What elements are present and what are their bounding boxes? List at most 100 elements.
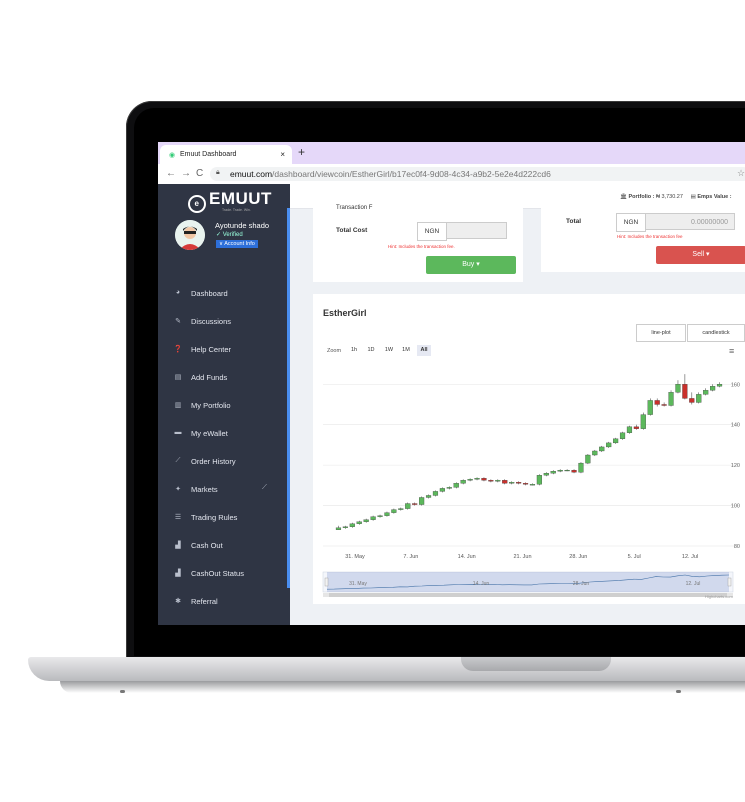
candle <box>335 527 342 530</box>
candle <box>391 509 397 513</box>
sidebar-item-label: CashOut Status <box>191 569 244 578</box>
navigator-scrollbar-thumb <box>329 593 727 597</box>
add-funds-icon: ▤ <box>174 374 182 381</box>
sidebar-item-dashboard[interactable]: ◕ Dashboard <box>158 279 290 307</box>
avatar[interactable] <box>175 220 205 250</box>
sidebar-item-order-history[interactable]: ⟋ Order History <box>158 447 290 475</box>
sidebar-item-referral[interactable]: ✱ Referral <box>158 587 290 615</box>
portfolio-value: ₦ 3,730.27 <box>656 194 683 200</box>
x-tick-label: 12. Jul <box>682 554 698 560</box>
close-tab-icon[interactable]: × <box>280 150 285 159</box>
sidebar-item-label: Order History <box>191 457 236 466</box>
sell-card: Total NGN 0.00000000 Hint: Includes the … <box>541 208 745 272</box>
account-info-button[interactable]: ∨ Account Info <box>216 240 258 248</box>
total-cost-label: Total Cost <box>336 227 368 234</box>
browser-tab-bar: ◉ Emuut Dashboard × + <box>158 142 745 164</box>
sidebar-item-cashout-status[interactable]: ▟ CashOut Status <box>158 559 290 587</box>
url-domain: emuut.com <box>230 169 273 179</box>
candle <box>342 526 348 528</box>
buy-button[interactable]: Buy ▾ <box>426 256 516 274</box>
referral-icon: ✱ <box>175 598 181 605</box>
sidebar-item-my-portfolio[interactable]: ▥ My Portfolio <box>158 391 290 419</box>
portfolio-summary: 🏛︎ Portfolio : ₦ 3,730.27 ▤ Emps Value : <box>620 194 732 200</box>
trading-rules-icon: ☰ <box>174 514 182 521</box>
bottom-strip <box>290 612 745 625</box>
sidebar-scrollbar[interactable] <box>287 208 290 588</box>
address-bar: ← → C 🔒︎ emuut.com/dashboard/viewcoin/Es… <box>158 164 745 185</box>
sidebar-item-add-funds[interactable]: ▤ Add Funds <box>158 363 290 391</box>
sidebar-item-trading-rules[interactable]: ☰ Trading Rules <box>158 503 290 531</box>
candle <box>453 483 459 488</box>
y-tick-label: 140 <box>731 423 740 429</box>
sidebar-item-my-ewallet[interactable]: ▬ My eWallet <box>158 419 290 447</box>
candle <box>696 394 702 403</box>
candle <box>488 480 494 482</box>
sell-button[interactable]: Sell ▾ <box>656 246 745 264</box>
candle <box>668 392 674 406</box>
sidebar-item-help-center[interactable]: ❓ Help Center <box>158 335 290 363</box>
back-icon[interactable]: ← <box>166 168 176 179</box>
candle <box>439 488 445 492</box>
bookmark-star-icon[interactable]: ☆ <box>737 168 745 179</box>
candle <box>370 516 376 520</box>
buy-card: Transaction F Total Cost NGN Hint: Inclu… <box>313 205 523 282</box>
navigator-tick-label: 14. Jun <box>473 581 490 587</box>
sell-total-input[interactable]: 0.00000000 <box>645 213 735 230</box>
new-tab-button[interactable]: + <box>298 145 305 159</box>
laptop-foot <box>676 690 681 693</box>
x-tick-label: 21. Jun <box>513 554 531 560</box>
candle <box>640 414 646 429</box>
buy-total-cost-input[interactable] <box>446 222 507 239</box>
price-chart[interactable]: 80 100 120 140 160 31. May 7. Jun 14. Jun 21. Ju… <box>313 294 745 604</box>
candle <box>432 491 439 496</box>
sidebar-item-discussions[interactable]: ✎ Discussions <box>158 307 290 335</box>
portfolio-icon: ▥ <box>174 402 182 409</box>
navigator-selection <box>327 572 729 592</box>
portfolio-label: Portfolio : <box>628 194 655 200</box>
candle <box>654 400 660 405</box>
sidebar-item-label: Referral <box>191 597 218 606</box>
candle <box>377 515 383 517</box>
forward-icon[interactable]: → <box>181 168 191 179</box>
x-tick-label: 31. May <box>345 554 365 560</box>
candle <box>703 390 709 395</box>
markets-trend-icon: ⟋ <box>262 484 267 491</box>
candle <box>495 480 501 482</box>
y-tick-label: 160 <box>731 382 740 388</box>
candle <box>626 426 633 433</box>
chart-panel: EstherGirl line-plot candlestick Zoom 1h… <box>313 294 745 604</box>
candle <box>633 426 639 429</box>
candle <box>356 521 362 524</box>
tab-title: Emuut Dashboard <box>180 151 237 158</box>
sidebar-menu: ◕ Dashboard ✎ Discussions ❓ Help Center ▤ Add F… <box>158 279 290 615</box>
reload-icon[interactable]: C <box>196 168 203 179</box>
highcharts-credit[interactable]: Highcharts.com <box>705 594 733 599</box>
buy-hint: Hint: Includes the transaction fee. <box>388 244 455 249</box>
user-name: Ayotunde shado <box>215 221 270 230</box>
candle <box>481 478 487 481</box>
candle <box>425 495 432 498</box>
navigator-tick-label: 12. Jul <box>686 581 701 587</box>
url-field[interactable]: 🔒︎ emuut.com/dashboard/viewcoin/EstherGi… <box>210 167 745 181</box>
laptop-base-shadow <box>60 681 745 693</box>
sidebar-item-markets[interactable]: ✦ Markets ⟋ <box>158 475 290 503</box>
laptop-notch <box>461 657 611 671</box>
sell-currency: NGN <box>616 213 646 232</box>
candle <box>516 482 522 484</box>
wallet-icon: ▬ <box>174 429 182 436</box>
navigator-tick-label: 28. Jun <box>573 581 590 587</box>
candle <box>578 462 584 473</box>
candle <box>474 478 480 480</box>
url-path: /dashboard/viewcoin/EstherGirl/b17ec0f4-… <box>272 169 551 179</box>
x-tick-label: 7. Jun <box>403 554 418 560</box>
navigator-handle-left <box>324 577 329 587</box>
screen: ◉ Emuut Dashboard × + ← → C 🔒︎ emuut.com… <box>158 142 745 625</box>
y-tick-label: 120 <box>731 463 740 469</box>
sidebar-item-cash-out[interactable]: ▟ Cash Out <box>158 531 290 559</box>
logo-mark-icon: e <box>188 195 206 213</box>
browser-tab[interactable]: ◉ Emuut Dashboard × <box>160 145 292 164</box>
y-tick-label: 80 <box>734 544 740 550</box>
candle <box>529 484 536 486</box>
sidebar: e EMUUT Trade. Trade. Win. Ayotunde shado… <box>158 184 290 625</box>
candle <box>661 404 667 406</box>
